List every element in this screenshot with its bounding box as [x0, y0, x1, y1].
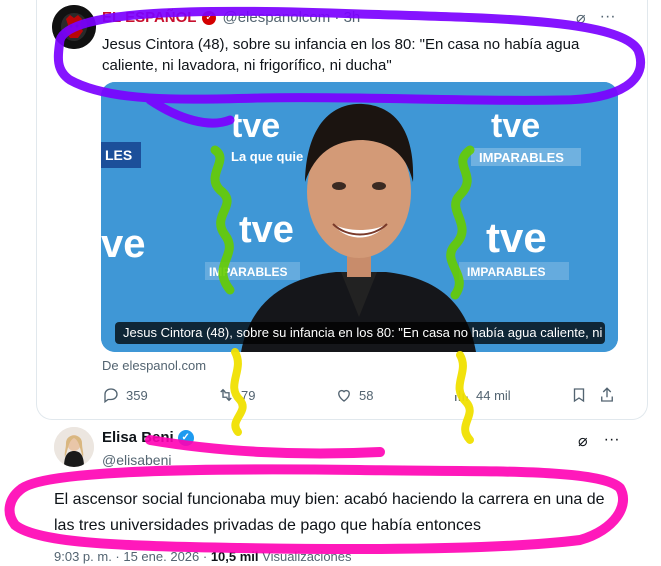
quoted-author-name[interactable]: EL ESPAÑOL [102, 9, 196, 26]
media-photo: LES tve La que quie tve IMPARABLES ve tv… [101, 82, 618, 352]
bookmark-icon [573, 388, 585, 403]
svg-text:tve: tve [231, 107, 280, 145]
grok-icon[interactable]: ⌀ [578, 431, 588, 451]
svg-text:IMPARABLES: IMPARABLES [209, 265, 287, 279]
svg-text:ve: ve [101, 222, 146, 266]
svg-text:La que quie: La que quie [231, 149, 303, 164]
main-author-handle[interactable]: @elisabeni [102, 452, 171, 468]
like-icon [338, 389, 350, 402]
main-tweet-text: El ascensor social funcionaba muy bien: … [54, 491, 605, 534]
svg-text:tve: tve [239, 209, 294, 251]
retweet-button[interactable]: 79 [217, 386, 255, 404]
like-count: 58 [359, 387, 374, 403]
svg-text:IMPARABLES: IMPARABLES [479, 150, 564, 165]
quoted-action-bar: 359 79 58 44 mil [102, 386, 622, 406]
svg-text:tve: tve [486, 214, 547, 261]
verified-badge-icon: ✓ [177, 429, 194, 446]
main-author-name[interactable]: Elisa Beni [102, 429, 174, 446]
share-icon [601, 387, 613, 402]
quoted-tweet-media[interactable]: LES tve La que quie tve IMPARABLES ve tv… [101, 82, 618, 352]
elespanol-avatar[interactable] [52, 5, 96, 49]
retweet-count: 79 [241, 387, 256, 403]
more-icon[interactable]: ··· [604, 431, 620, 451]
timestamp[interactable]: 9:03 p. m. · 15 ene. 2026 · [54, 549, 211, 564]
quoted-author-handle[interactable]: @elespanolcom · 3h [222, 9, 360, 26]
grok-icon[interactable]: ⌀ [576, 8, 586, 28]
bookmark-button[interactable] [570, 386, 588, 404]
quoted-top-icons: ⌀ ··· [576, 8, 616, 28]
link-domain[interactable]: De elespanol.com [102, 358, 206, 373]
main-author-name-row: Elisa Beni ✓ [102, 429, 194, 446]
quoted-tweet-text: Jesus Cintora (48), sobre su infancia en… [102, 36, 580, 74]
views-count: 44 mil [476, 387, 511, 403]
main-tweet-meta: 9:03 p. m. · 15 ene. 2026 · 10,5 mil Vis… [54, 549, 352, 564]
views-total: 10,5 mil [210, 549, 259, 564]
media-caption: Jesus Cintora (48), sobre su infancia en… [115, 322, 605, 344]
svg-text:IMPARABLES: IMPARABLES [467, 265, 545, 279]
reply-button[interactable]: 359 [102, 386, 148, 404]
share-button[interactable] [598, 386, 616, 404]
main-top-icons: ⌀ ··· [578, 431, 620, 451]
like-button[interactable]: 58 [335, 386, 373, 404]
svg-text:tve: tve [491, 107, 540, 145]
quoted-tweet-header: EL ESPAÑOL ✓ @elespanolcom · 3h [102, 9, 360, 26]
reply-count: 359 [126, 387, 148, 403]
views-label: Visualizaciones [258, 549, 352, 564]
views-button[interactable]: 44 mil [452, 386, 511, 404]
reply-icon [104, 388, 118, 404]
retweet-icon [220, 388, 232, 402]
gold-badge-icon: ✓ [202, 10, 217, 25]
media-les-text: LES [105, 147, 132, 163]
views-icon [455, 390, 468, 401]
more-icon[interactable]: ··· [600, 8, 616, 28]
elisa-beni-avatar[interactable] [54, 427, 94, 467]
